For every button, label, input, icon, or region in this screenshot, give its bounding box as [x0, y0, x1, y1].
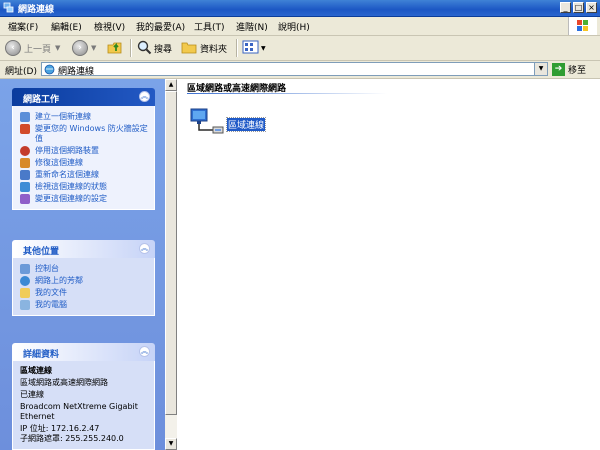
- menu-file[interactable]: 檔案(F): [8, 20, 38, 33]
- task-pane: 網路工作 ︽ 建立一個新連線 變更您的 Windows 防火牆設定值 停用這個網…: [0, 79, 165, 450]
- details-panel: 詳細資料 ︽ 區域連線 區域網路或高速網際網路 已連線 Broadcom Net…: [12, 343, 155, 450]
- network-tasks-header[interactable]: 網路工作 ︽: [12, 88, 155, 106]
- task-create-connection[interactable]: 建立一個新連線: [13, 111, 154, 123]
- scroll-down-button[interactable]: ▼: [165, 438, 177, 450]
- my-computer-icon: [20, 300, 30, 310]
- title-bar[interactable]: 網路連線 _ □ ×: [0, 0, 600, 17]
- go-button[interactable]: ➔ 移至: [552, 62, 586, 77]
- back-label: 上一頁: [24, 44, 52, 55]
- menu-edit[interactable]: 編輯(E): [51, 20, 82, 33]
- details-header[interactable]: 詳細資料 ︽: [12, 343, 155, 361]
- rename-icon: [20, 170, 30, 180]
- other-places-panel: 其他位置 ︽ 控制台 網路上的芳鄰 我的文件 我的電腦: [12, 240, 155, 316]
- details-type: 區域網路或高速網際網路: [20, 378, 108, 387]
- collapse-icon[interactable]: ︽: [139, 243, 150, 254]
- folders-label: 資料夾: [200, 44, 228, 55]
- details-ip: IP 位址: 172.16.2.47: [20, 424, 100, 433]
- folders-icon: [181, 39, 197, 58]
- settings-icon: [20, 194, 30, 204]
- go-arrow-icon: ➔: [552, 63, 565, 76]
- address-value: 網路連線: [58, 67, 95, 77]
- local-area-connection-item[interactable]: [187, 105, 227, 141]
- network-tasks-body: 建立一個新連線 變更您的 Windows 防火牆設定值 停用這個網路裝置 修復這…: [12, 106, 155, 210]
- menu-bar: 檔案(F) 編輯(E) 檢視(V) 我的最愛(A) 工具(T) 進階(N) 說明…: [0, 17, 600, 36]
- task-repair-connection[interactable]: 修復這個連線: [13, 157, 154, 169]
- go-label: 移至: [568, 66, 587, 76]
- content-pane: 區域網路或高速網際網路 區域連線: [177, 79, 600, 450]
- task-change-settings[interactable]: 變更這個連線的設定: [13, 193, 154, 205]
- forward-arrow-icon: ›: [72, 40, 88, 56]
- toolbar: ‹ 上一頁 ▼ › ▼ 搜尋 資料夾 ▼: [0, 36, 600, 61]
- repair-icon: [20, 158, 30, 168]
- menu-view[interactable]: 檢視(V): [94, 20, 125, 33]
- task-disable-device[interactable]: 停用這個網路裝置: [13, 145, 154, 157]
- address-label: 網址(D): [5, 67, 37, 77]
- task-firewall-settings[interactable]: 變更您的 Windows 防火牆設定值: [13, 123, 154, 145]
- place-my-documents[interactable]: 我的文件: [13, 287, 154, 299]
- task-pane-scrollbar[interactable]: ▲ ▼: [165, 79, 177, 450]
- search-icon: [136, 39, 152, 58]
- network-connections-icon: [3, 2, 14, 13]
- chevron-down-icon: ▼: [91, 44, 97, 52]
- details-subnet: 子網路遮罩: 255.255.240.0: [20, 434, 124, 443]
- group-divider: [187, 93, 387, 94]
- status-icon: [20, 182, 30, 192]
- control-panel-icon: [20, 264, 30, 274]
- task-rename-connection[interactable]: 重新命名這個連線: [13, 169, 154, 181]
- disable-device-icon: [20, 146, 30, 156]
- minimize-button[interactable]: _: [560, 2, 571, 13]
- network-tasks-panel: 網路工作 ︽ 建立一個新連線 變更您的 Windows 防火牆設定值 停用這個網…: [12, 88, 155, 210]
- menu-advanced[interactable]: 進階(N): [236, 20, 268, 33]
- views-button[interactable]: ▼: [242, 39, 266, 57]
- place-network-places[interactable]: 網路上的芳鄰: [13, 275, 154, 287]
- collapse-icon[interactable]: ︽: [139, 346, 150, 357]
- place-control-panel[interactable]: 控制台: [13, 263, 154, 275]
- network-places-icon: [20, 276, 30, 286]
- scroll-thumb[interactable]: [165, 91, 177, 415]
- lan-connection-icon: [187, 108, 227, 144]
- menu-help[interactable]: 說明(H): [278, 20, 310, 33]
- other-places-title: 其他位置: [23, 247, 60, 257]
- details-title: 詳細資料: [23, 350, 60, 360]
- details-name: 區域連線: [20, 366, 52, 375]
- maximize-button[interactable]: □: [573, 2, 584, 13]
- folders-button[interactable]: 資料夾: [181, 39, 227, 57]
- new-connection-icon: [20, 112, 30, 122]
- chevron-down-icon: ▼: [261, 44, 266, 52]
- local-area-connection-label[interactable]: 區域連線: [225, 117, 267, 132]
- scroll-up-button[interactable]: ▲: [165, 79, 177, 91]
- details-body: 區域連線 區域網路或高速網際網路 已連線 Broadcom NetXtreme …: [12, 361, 155, 450]
- up-folder-button[interactable]: [106, 39, 124, 57]
- forward-button[interactable]: › ▼: [72, 39, 96, 57]
- details-device: Broadcom NetXtreme Gigabit Ethernet: [20, 402, 138, 421]
- back-arrow-icon: ‹: [5, 40, 21, 56]
- other-places-header[interactable]: 其他位置 ︽: [12, 240, 155, 258]
- network-connections-icon: [44, 64, 55, 78]
- firewall-icon: [20, 124, 30, 134]
- window-title: 網路連線: [18, 5, 55, 15]
- task-view-status[interactable]: 檢視這個連線的狀態: [13, 181, 154, 193]
- my-documents-icon: [20, 288, 30, 298]
- close-button[interactable]: ×: [586, 2, 597, 13]
- other-places-body: 控制台 網路上的芳鄰 我的文件 我的電腦: [12, 258, 155, 316]
- address-input[interactable]: 網路連線 ▼: [41, 62, 548, 78]
- search-button[interactable]: 搜尋: [136, 39, 172, 57]
- views-icon: [242, 39, 260, 58]
- network-tasks-title: 網路工作: [23, 95, 60, 105]
- up-folder-icon: [106, 38, 124, 59]
- back-button[interactable]: ‹ 上一頁 ▼: [5, 39, 60, 57]
- menu-favorites[interactable]: 我的最愛(A): [136, 20, 185, 33]
- chevron-down-icon: ▼: [55, 44, 61, 52]
- collapse-icon[interactable]: ︽: [139, 91, 150, 102]
- menu-tools[interactable]: 工具(T): [194, 20, 225, 33]
- address-dropdown-button[interactable]: ▼: [534, 63, 547, 75]
- windows-logo-icon: [568, 17, 597, 35]
- place-my-computer[interactable]: 我的電腦: [13, 299, 154, 311]
- search-label: 搜尋: [154, 44, 173, 55]
- address-bar: 網址(D) 網路連線 ▼ ➔ 移至: [0, 61, 600, 79]
- details-status: 已連線: [20, 390, 44, 399]
